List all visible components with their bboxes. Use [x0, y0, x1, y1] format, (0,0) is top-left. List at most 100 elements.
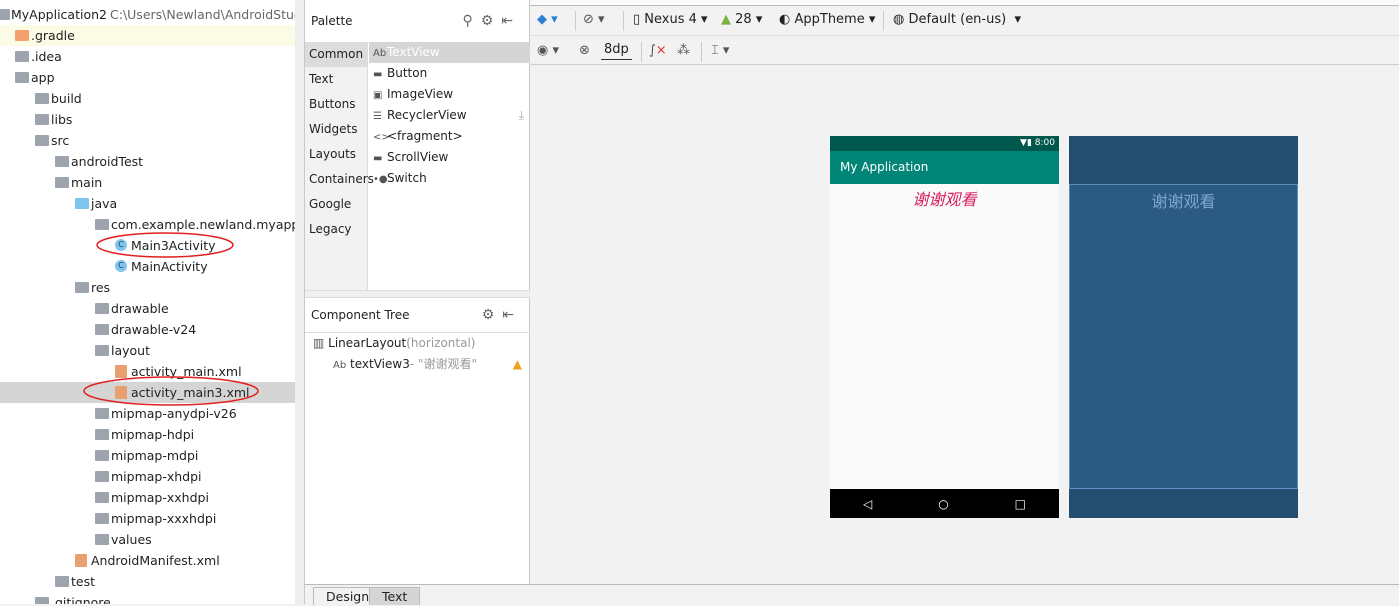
autoconnect-icon[interactable]: ⊗ [579, 37, 590, 65]
widget-icon: ▬ [373, 69, 383, 80]
folder-icon [95, 345, 109, 356]
hide-panel-icon[interactable]: ⇤ [501, 13, 521, 29]
tree-item[interactable]: ›mipmap-xxxhdpi [0, 508, 304, 529]
gear-icon[interactable]: ⚙ [481, 13, 502, 29]
api-dropdown[interactable]: ▲ 28 ▾ [721, 6, 762, 34]
tree-item-label: .gitignore [51, 595, 111, 604]
globe-icon: ◍ [893, 12, 905, 27]
tree-item[interactable]: ⌄src [0, 130, 304, 151]
tree-item[interactable]: .idea [0, 46, 304, 67]
tree-item[interactable]: .gitignore [0, 592, 304, 604]
tree-item[interactable]: ⌄java [0, 193, 304, 214]
api-label: 28 [735, 12, 752, 27]
nav-bar: ◁ ○ □ [830, 489, 1059, 518]
hide-panel-icon[interactable]: ⇤ [502, 307, 522, 323]
tree-item-label: mipmap-xhdpi [111, 469, 202, 484]
tree-item[interactable]: C Main3Activity [0, 235, 304, 256]
tree-item[interactable]: libs [0, 109, 304, 130]
tree-item[interactable]: activity_main3.xml [0, 382, 304, 403]
tree-item-label: Main3Activity [131, 238, 216, 253]
tree-item[interactable]: ⌄MyApplication2C:\Users\Newland\AndroidS… [0, 4, 304, 25]
tree-item[interactable]: .gradle [0, 25, 304, 46]
tree-item[interactable]: ⌄layout [0, 340, 304, 361]
palette-item[interactable]: ▣ ImageView [369, 84, 530, 105]
search-icon[interactable]: ⚲ [462, 13, 480, 29]
tree-item[interactable]: ›androidTest [0, 151, 304, 172]
palette-item-label: TextView [387, 45, 440, 59]
palette-item-label: <fragment> [387, 129, 463, 143]
palette-category-common[interactable]: Common [305, 42, 367, 67]
palette-item[interactable]: AbTextView [369, 42, 530, 63]
splitter[interactable] [305, 290, 530, 298]
download-icon[interactable]: ⤓ [519, 105, 524, 126]
clear-constraints-icon[interactable]: ∫× [649, 37, 667, 65]
tree-item[interactable]: ›mipmap-xhdpi [0, 466, 304, 487]
module-icon [0, 9, 10, 20]
node-orientation: (horizontal) [406, 336, 476, 350]
palette-category-layouts[interactable]: Layouts [305, 142, 367, 167]
widget-icon: Ab [373, 48, 387, 59]
blueprint-textview[interactable]: 谢谢观看 [1069, 184, 1298, 489]
scrollbar[interactable] [295, 0, 304, 604]
tree-node-linearlayout[interactable]: ▥ LinearLayout(horizontal) [305, 333, 530, 354]
folder-icon [95, 492, 109, 503]
tree-item-label: androidTest [71, 154, 144, 169]
tree-item-label: app [31, 70, 55, 85]
palette-category-buttons[interactable]: Buttons [305, 92, 367, 117]
tree-item[interactable]: AndroidManifest.xml [0, 550, 304, 571]
tree-item[interactable]: ›drawable-v24 [0, 319, 304, 340]
palette-item[interactable]: <><fragment> [369, 126, 530, 147]
tree-item[interactable]: ›mipmap-hdpi [0, 424, 304, 445]
tree-item[interactable]: ⌄res [0, 277, 304, 298]
palette-category-legacy[interactable]: Legacy [305, 217, 367, 242]
palette-item[interactable]: •●Switch [369, 168, 530, 189]
project-panel: ⌄MyApplication2C:\Users\Newland\AndroidS… [0, 0, 305, 604]
palette-category-widgets[interactable]: Widgets [305, 117, 367, 142]
blueprint-preview[interactable]: 谢谢观看 [1069, 136, 1298, 518]
tree-item[interactable]: ⌄main [0, 172, 304, 193]
tree-node-textview3[interactable]: Ab textView3- "谢谢观看" ▲ [305, 354, 530, 375]
tree-item[interactable]: C MainActivity [0, 256, 304, 277]
palette-item[interactable]: ▬ ScrollView [369, 147, 530, 168]
gear-icon[interactable]: ⚙ [482, 307, 503, 323]
view-options-icon[interactable]: ◉ ▾ [537, 37, 559, 65]
folder-icon [35, 114, 49, 125]
tree-item[interactable]: ›build [0, 88, 304, 109]
palette-category-containers[interactable]: Containers [305, 167, 374, 192]
tree-item-label: mipmap-mdpi [111, 448, 199, 463]
back-icon: ◁ [862, 496, 873, 511]
palette-item[interactable]: ▬ Button [369, 63, 530, 84]
tree-item[interactable]: activity_main.xml [0, 361, 304, 382]
guidelines-icon[interactable]: ⌶ ▾ [711, 37, 729, 65]
tree-item-label: res [91, 280, 111, 295]
tab-text[interactable]: Text [369, 587, 421, 605]
xml-icon [115, 386, 127, 399]
device-dropdown[interactable]: ▯ Nexus 4 ▾ [633, 6, 708, 34]
design-preview[interactable]: ▼▮ 8:00 My Application 谢谢观看 ◁ ○ □ [830, 136, 1059, 518]
tree-item[interactable]: ›mipmap-xxhdpi [0, 487, 304, 508]
tree-item[interactable]: ›mipmap-anydpi-v26 [0, 403, 304, 424]
textview3-preview[interactable]: 谢谢观看 [830, 186, 1059, 210]
tree-item-label: MainActivity [131, 259, 208, 274]
tree-item[interactable]: ›drawable [0, 298, 304, 319]
locale-dropdown[interactable]: ◍ Default (en-us) ▾ [893, 6, 1021, 34]
theme-dropdown[interactable]: ◐ AppTheme ▾ [779, 6, 875, 34]
tree-item[interactable]: ›values [0, 529, 304, 550]
folder-icon [95, 408, 109, 419]
tree-item[interactable]: ›mipmap-mdpi [0, 445, 304, 466]
tree-item[interactable]: ›test [0, 571, 304, 592]
theme-icon: ◐ [779, 12, 791, 27]
palette-item[interactable]: ☰ RecyclerView ⤓ [369, 105, 530, 126]
palette-category-text[interactable]: Text [305, 67, 367, 92]
warning-icon[interactable]: ▲ [513, 354, 522, 375]
default-margin[interactable]: 8dp [601, 41, 632, 60]
tree-item[interactable]: ⌄app [0, 67, 304, 88]
orientation-icon[interactable]: ⊘ ▾ [583, 6, 605, 34]
palette-category-google[interactable]: Google [305, 192, 367, 217]
layers-icon[interactable]: ◆ ▾ [537, 6, 558, 34]
tree-item[interactable]: ⌄com.example.newland.myapplicati [0, 214, 304, 235]
infer-constraints-icon[interactable]: ⁂ [677, 37, 690, 65]
component-tree: Component Tree ⚙⇤ ▥ LinearLayout(horizon… [305, 298, 530, 375]
folder-icon [95, 324, 109, 335]
component-tree-title: Component Tree [311, 308, 410, 322]
